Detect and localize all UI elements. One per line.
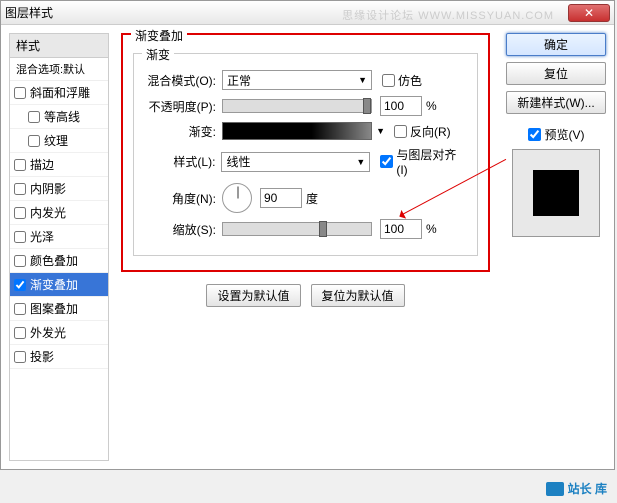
group-title: 渐变叠加 bbox=[131, 27, 187, 44]
sidebar-item-label: 颜色叠加 bbox=[30, 252, 78, 269]
sidebar-item-check[interactable] bbox=[14, 87, 26, 99]
reset-button[interactable]: 复位 bbox=[506, 62, 606, 85]
scale-pct: % bbox=[426, 222, 437, 236]
main-panel: 渐变叠加 渐变 混合模式(O): 正常 ▼ 仿色 bbox=[113, 25, 498, 469]
sidebar-item-check[interactable] bbox=[28, 111, 40, 123]
sidebar-item-label: 图案叠加 bbox=[30, 300, 78, 317]
opacity-slider[interactable] bbox=[222, 99, 372, 113]
chevron-down-icon: ▼ bbox=[358, 75, 367, 85]
style-label: 样式(L): bbox=[144, 153, 221, 170]
sidebar-item[interactable]: 颜色叠加 bbox=[10, 249, 108, 273]
angle-unit: 度 bbox=[306, 190, 318, 207]
set-default-button[interactable]: 设置为默认值 bbox=[206, 284, 300, 307]
sidebar-item-label: 纹理 bbox=[44, 132, 68, 149]
style-value: 线性 bbox=[226, 153, 250, 170]
angle-input[interactable] bbox=[260, 188, 302, 208]
sidebar-item-label: 等高线 bbox=[44, 108, 80, 125]
sidebar-header[interactable]: 样式 bbox=[10, 34, 108, 58]
sidebar-item-label: 光泽 bbox=[30, 228, 54, 245]
watermark-text: 思缘设计论坛 WWW.MISSYUAN.COM bbox=[342, 7, 554, 23]
sidebar-item-label: 斜面和浮雕 bbox=[30, 84, 90, 101]
right-panel: 确定 复位 新建样式(W)... 预览(V) bbox=[498, 25, 614, 469]
chevron-down-icon[interactable]: ▼ bbox=[376, 126, 385, 136]
scale-slider[interactable] bbox=[222, 222, 372, 236]
scale-label: 缩放(S): bbox=[144, 221, 222, 238]
reverse-label: 反向(R) bbox=[410, 123, 451, 140]
sidebar-item-check[interactable] bbox=[14, 303, 26, 315]
preview-label: 预览(V) bbox=[545, 126, 585, 143]
subgroup-title: 渐变 bbox=[142, 46, 174, 63]
sidebar-item[interactable]: 投影 bbox=[10, 345, 108, 369]
sidebar-item[interactable]: 内发光 bbox=[10, 201, 108, 225]
sidebar-item-check[interactable] bbox=[14, 183, 26, 195]
dither-label: 仿色 bbox=[398, 72, 422, 89]
sidebar-item[interactable]: 描边 bbox=[10, 153, 108, 177]
preview-checkbox[interactable]: 预览(V) bbox=[506, 126, 606, 143]
opacity-label: 不透明度(P): bbox=[144, 98, 222, 115]
sidebar-item[interactable]: 斜面和浮雕 bbox=[10, 81, 108, 105]
sidebar-item-check[interactable] bbox=[14, 159, 26, 171]
styles-sidebar: 样式 混合选项:默认 斜面和浮雕等高线纹理描边内阴影内发光光泽颜色叠加渐变叠加图… bbox=[9, 33, 109, 461]
align-check[interactable] bbox=[380, 155, 393, 168]
align-label: 与图层对齐(I) bbox=[396, 146, 467, 177]
sidebar-item-label: 外发光 bbox=[30, 324, 66, 341]
angle-label: 角度(N): bbox=[144, 190, 222, 207]
reset-default-button[interactable]: 复位为默认值 bbox=[311, 284, 405, 307]
sidebar-item-check[interactable] bbox=[14, 279, 26, 291]
align-checkbox[interactable]: 与图层对齐(I) bbox=[380, 146, 467, 177]
sidebar-item[interactable]: 光泽 bbox=[10, 225, 108, 249]
dither-check[interactable] bbox=[382, 74, 395, 87]
close-button[interactable]: ✕ bbox=[568, 4, 610, 22]
sidebar-item-label: 内阴影 bbox=[30, 180, 66, 197]
sidebar-item[interactable]: 图案叠加 bbox=[10, 297, 108, 321]
sidebar-item-check[interactable] bbox=[14, 255, 26, 267]
gradient-overlay-group: 渐变叠加 渐变 混合模式(O): 正常 ▼ 仿色 bbox=[121, 33, 490, 272]
reverse-check[interactable] bbox=[394, 125, 407, 138]
gradient-picker[interactable]: ▼ bbox=[222, 122, 372, 140]
sidebar-item-label: 渐变叠加 bbox=[30, 276, 78, 293]
gradient-subgroup: 渐变 混合模式(O): 正常 ▼ 仿色 不透明度(P): bbox=[133, 53, 478, 256]
footer-text: 站长 库 bbox=[568, 480, 607, 497]
layer-style-dialog: 图层样式 思缘设计论坛 WWW.MISSYUAN.COM ✕ 样式 混合选项:默… bbox=[0, 0, 615, 470]
blend-mode-select[interactable]: 正常 ▼ bbox=[222, 70, 372, 90]
preview-check[interactable] bbox=[528, 128, 541, 141]
sidebar-item[interactable]: 纹理 bbox=[10, 129, 108, 153]
style-select[interactable]: 线性 ▼ bbox=[221, 152, 370, 172]
sidebar-item[interactable]: 等高线 bbox=[10, 105, 108, 129]
sidebar-item-label: 描边 bbox=[30, 156, 54, 173]
titlebar: 图层样式 思缘设计论坛 WWW.MISSYUAN.COM ✕ bbox=[1, 1, 614, 25]
reverse-checkbox[interactable]: 反向(R) bbox=[394, 123, 451, 140]
sidebar-item-check[interactable] bbox=[14, 231, 26, 243]
scale-input[interactable] bbox=[380, 219, 422, 239]
footer-logo: 站长 库 bbox=[546, 480, 607, 497]
sidebar-blend-options[interactable]: 混合选项:默认 bbox=[10, 58, 108, 81]
new-style-button[interactable]: 新建样式(W)... bbox=[506, 91, 606, 114]
sidebar-item-label: 内发光 bbox=[30, 204, 66, 221]
ok-button[interactable]: 确定 bbox=[506, 33, 606, 56]
logo-icon bbox=[546, 482, 564, 496]
opacity-input[interactable] bbox=[380, 96, 422, 116]
preview-box bbox=[512, 149, 600, 237]
gradient-label: 渐变: bbox=[144, 123, 222, 140]
sidebar-item[interactable]: 外发光 bbox=[10, 321, 108, 345]
blend-mode-label: 混合模式(O): bbox=[144, 72, 222, 89]
sidebar-item-check[interactable] bbox=[14, 327, 26, 339]
sidebar-item[interactable]: 渐变叠加 bbox=[10, 273, 108, 297]
blend-mode-value: 正常 bbox=[227, 72, 251, 89]
preview-swatch bbox=[533, 170, 579, 216]
dither-checkbox[interactable]: 仿色 bbox=[382, 72, 422, 89]
dialog-body: 样式 混合选项:默认 斜面和浮雕等高线纹理描边内阴影内发光光泽颜色叠加渐变叠加图… bbox=[1, 25, 614, 469]
opacity-pct: % bbox=[426, 99, 437, 113]
sidebar-item[interactable]: 内阴影 bbox=[10, 177, 108, 201]
sidebar-item-check[interactable] bbox=[14, 351, 26, 363]
sidebar-item-check[interactable] bbox=[14, 207, 26, 219]
sidebar-item-check[interactable] bbox=[28, 135, 40, 147]
sidebar-item-label: 投影 bbox=[30, 348, 54, 365]
close-icon: ✕ bbox=[584, 6, 594, 20]
chevron-down-icon: ▼ bbox=[356, 157, 365, 167]
angle-dial[interactable] bbox=[222, 183, 252, 213]
